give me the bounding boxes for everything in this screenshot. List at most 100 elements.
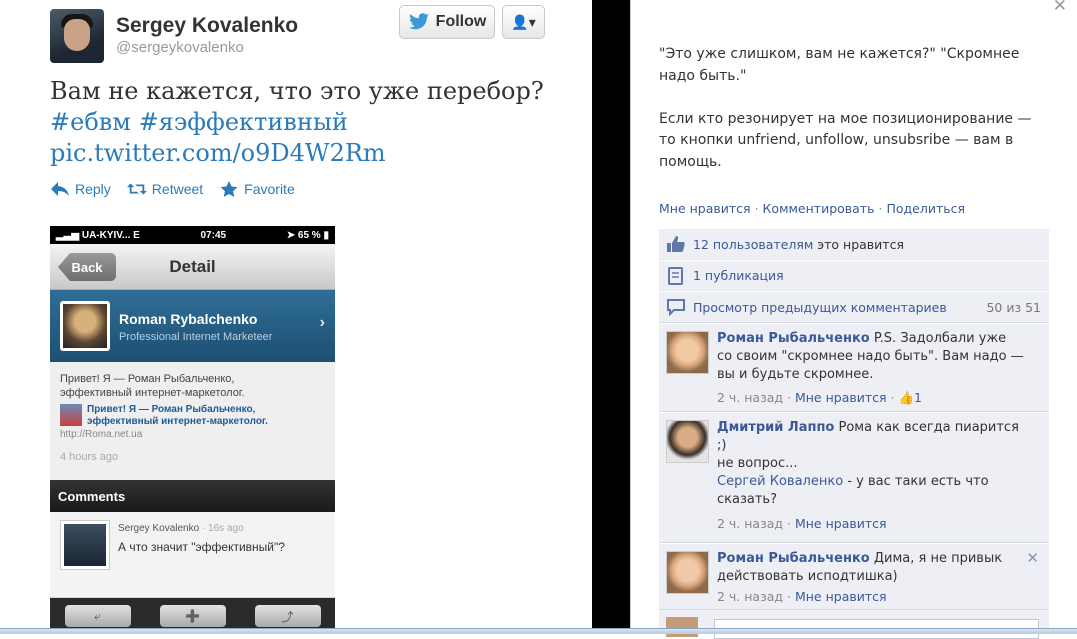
- shared-title-line: Привет! Я — Роман Рыбальченко,: [87, 404, 256, 415]
- fb-comment: Дмитрий Лаппо Рома как всегда пиарится ;…: [659, 413, 1049, 543]
- fb-comment: Роман Рыбальченко Дима, я не привык дейс…: [659, 544, 1049, 610]
- phone-comment: Sergey Kovalenko · 16s ago А что значит …: [50, 512, 335, 598]
- carrier-text: UA-KYIV...: [81, 229, 131, 241]
- location-icon: ➤: [286, 229, 296, 241]
- fb-comment-avatar[interactable]: [666, 551, 709, 594]
- fb-comment-meta: 2 ч. назад · Мне нравится: [717, 589, 887, 604]
- battery-icon: ▮: [323, 229, 329, 241]
- fb-comment-like-link[interactable]: Мне нравится: [795, 390, 887, 405]
- fb-comment-text: со своим "скромнее надо быть". Вам надо …: [717, 349, 1024, 364]
- phone-comment-author: Sergey Kovalenko: [118, 523, 200, 534]
- favorite-button[interactable]: Favorite: [219, 181, 295, 197]
- phone-profile-name: Roman Rybalchenko: [119, 311, 258, 327]
- fb-comment-text: - у вас таки есть что: [847, 474, 989, 489]
- tweet-pic-link[interactable]: pic.twitter.com/o9D4W2Rm: [50, 138, 570, 169]
- fb-prev-comments-link[interactable]: Просмотр предыдущих комментариев: [693, 300, 947, 315]
- tweet-attached-image: ▂▃▅ UA-KYIV... E 07:45 ➤ 65 % ▮ Back Det…: [50, 226, 335, 634]
- close-icon[interactable]: ✕: [1053, 0, 1067, 16]
- phone-post-time: 4 hours ago: [60, 451, 119, 463]
- fb-post-actions: Мне нравится · Комментировать · Поделиться: [659, 201, 965, 216]
- fb-likes-suffix: это нравится: [817, 236, 904, 252]
- fb-likes-count[interactable]: 12 пользователям: [693, 237, 813, 252]
- fb-comment-text: не вопрос...: [717, 456, 798, 471]
- phone-shared-link: Привет! Я — Роман Рыбальченко, эффективн…: [60, 404, 325, 428]
- phone-status-bar: ▂▃▅ UA-KYIV... E 07:45 ➤ 65 % ▮: [50, 226, 335, 244]
- fb-like-link[interactable]: Мне нравится: [659, 201, 751, 216]
- phone-profile-role: Professional Internet Marketeer: [119, 331, 273, 343]
- twitter-bird-icon: [408, 13, 429, 30]
- fb-comment-text: Рома как всегда пиарится: [838, 420, 1019, 435]
- fb-post-line: помощь.: [659, 153, 722, 170]
- fb-comment-like-link[interactable]: Мне нравится: [795, 516, 887, 531]
- phone-comment-time: · 16s ago: [201, 523, 244, 534]
- fb-comment-text: вы и будьте скромнее.: [717, 367, 874, 382]
- fb-comment-meta: 2 ч. назад · Мне нравится: [717, 516, 887, 531]
- fb-comment-text: действовать исподтишка): [717, 569, 898, 584]
- phone-post: Привет! Я — Роман Рыбальченко, эффективн…: [50, 362, 335, 480]
- chevron-right-icon: ›: [319, 314, 325, 331]
- phone-post-line: эффективный интернет-маркетолог.: [60, 387, 245, 399]
- fb-comment-body: Роман Рыбальченко Дима, я не привык дейс…: [717, 550, 1037, 586]
- fb-comment-text: Дима, я не привык: [873, 551, 1003, 566]
- tweet-author-handle[interactable]: @sergeykovalenko: [116, 39, 244, 56]
- fb-comment-meta: 2 ч. назад · Мне нравится · 👍1: [717, 390, 922, 405]
- share-icon: ⤴: [254, 605, 321, 627]
- fb-comment-text: P.S. Задолбали уже: [873, 331, 1007, 346]
- network-text: E: [133, 229, 140, 241]
- fb-comment-time[interactable]: 2 ч. назад: [717, 516, 783, 531]
- shared-url: http://Roma.net.ua: [60, 429, 143, 440]
- follow-label: Follow: [435, 13, 487, 30]
- star-icon: [220, 181, 238, 197]
- fb-current-user-avatar: [666, 617, 698, 637]
- reply-label: Reply: [75, 181, 111, 197]
- fb-post-line: то кнопки unfriend, unfollow, unsubsribe…: [659, 132, 1014, 148]
- user-actions-dropdown[interactable]: 👤▾: [502, 5, 545, 39]
- close-icon[interactable]: ✕: [1026, 549, 1039, 567]
- fb-comment-avatar[interactable]: [666, 331, 709, 374]
- phone-comment-text: А что значит "эффективный"?: [118, 540, 285, 554]
- tweet-author-avatar[interactable]: [50, 9, 104, 63]
- battery-text: 65 %: [297, 229, 321, 241]
- fb-likes-bar: 12 пользователям это нравится: [659, 229, 1049, 260]
- tweet-panel: Sergey Kovalenko @sergeykovalenko Follow…: [0, 0, 592, 634]
- site-favicon-icon: [60, 404, 82, 426]
- retweet-label: Retweet: [151, 181, 204, 197]
- thumbs-up-icon: 👍: [898, 390, 915, 405]
- reply-button[interactable]: Reply: [50, 181, 111, 197]
- thumbs-up-icon: [667, 236, 685, 252]
- tweet-author-name[interactable]: Sergey Kovalenko: [116, 14, 298, 38]
- fb-comment-author[interactable]: Роман Рыбальченко: [717, 551, 870, 566]
- fb-comment-text: сказать?: [717, 492, 777, 507]
- phone-comment-meta: Sergey Kovalenko · 16s ago: [118, 523, 244, 534]
- follow-button[interactable]: Follow: [399, 5, 495, 39]
- phone-nav-bar: Back Detail: [50, 244, 335, 290]
- fb-post-line: надо быть.": [659, 67, 747, 84]
- fb-post-line: Если кто резонирует на мое позиционирова…: [659, 110, 1032, 127]
- fb-comment-time[interactable]: 2 ч. назад: [717, 390, 783, 405]
- clock-text: 07:45: [200, 229, 227, 241]
- fb-comment-author[interactable]: Роман Рыбальченко: [717, 331, 870, 346]
- fb-comment-link[interactable]: Комментировать: [763, 201, 875, 216]
- fb-post-text: "Это уже слишком, вам не кажется?" "Скро…: [659, 44, 1059, 195]
- phone-post-line: Привет! Я — Роман Рыбальченко,: [60, 373, 235, 385]
- fb-comment-avatar[interactable]: [666, 420, 709, 463]
- fb-share-link[interactable]: Поделиться: [886, 201, 965, 216]
- fb-comment-body: Роман Рыбальченко P.S. Задолбали уже со …: [717, 330, 1037, 384]
- taskbar-strip: [0, 628, 1077, 634]
- fb-comment-author[interactable]: Дмитрий Лаппо: [717, 420, 834, 435]
- black-divider: [592, 0, 630, 634]
- fb-comment-time[interactable]: 2 ч. назад: [717, 589, 783, 604]
- fb-shares-link[interactable]: 1 публикация: [693, 268, 784, 283]
- comment-bubble-icon: [667, 299, 685, 316]
- fb-comment-like-link[interactable]: Мне нравится: [795, 589, 887, 604]
- fb-comment: Роман Рыбальченко P.S. Задолбали уже со …: [659, 324, 1049, 412]
- tweet-hashtags[interactable]: #ебвм #яэффективный: [50, 107, 570, 138]
- tweet-text-line: Вам не кажется, что это уже перебор?: [50, 77, 544, 105]
- retweet-button[interactable]: Retweet: [126, 181, 204, 197]
- phone-comment-avatar: [60, 520, 110, 570]
- fb-comment-likes[interactable]: 👍1: [898, 390, 922, 405]
- fb-comment-likes-count: 1: [914, 390, 922, 405]
- fb-comment-text: ;): [717, 438, 727, 453]
- favorite-label: Favorite: [244, 181, 295, 197]
- fb-comment-mention[interactable]: Сергей Коваленко: [717, 474, 843, 489]
